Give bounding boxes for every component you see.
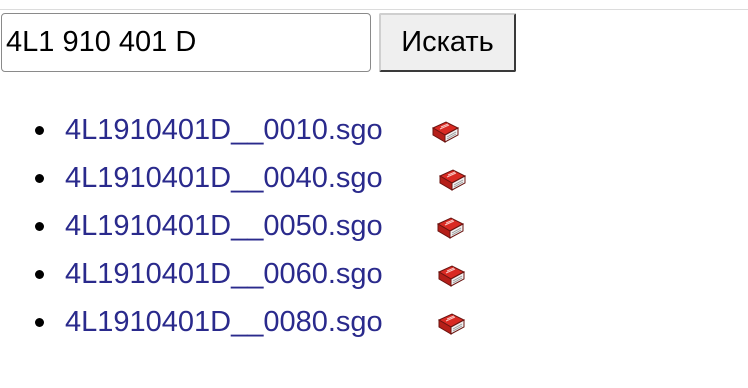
red-book-icon[interactable]	[437, 167, 467, 193]
file-link[interactable]: 4L1910401D__0080.sgo	[65, 303, 383, 341]
bullet	[35, 318, 44, 327]
search-form: Искать	[0, 13, 516, 73]
file-link[interactable]: 4L1910401D__0040.sgo	[65, 159, 383, 197]
red-book-icon[interactable]	[436, 263, 466, 289]
file-link[interactable]: 4L1910401D__0050.sgo	[65, 207, 383, 245]
bullet	[35, 222, 44, 231]
bullet	[35, 126, 44, 135]
bullet	[35, 270, 44, 279]
file-link[interactable]: 4L1910401D__0010.sgo	[65, 111, 383, 149]
red-book-icon[interactable]	[430, 119, 460, 145]
top-divider	[0, 9, 748, 10]
bullet	[35, 174, 44, 183]
red-book-icon[interactable]	[435, 215, 465, 241]
search-button[interactable]: Искать	[379, 13, 516, 72]
red-book-icon[interactable]	[436, 311, 466, 337]
file-link[interactable]: 4L1910401D__0060.sgo	[65, 255, 383, 293]
search-input[interactable]	[1, 13, 371, 72]
